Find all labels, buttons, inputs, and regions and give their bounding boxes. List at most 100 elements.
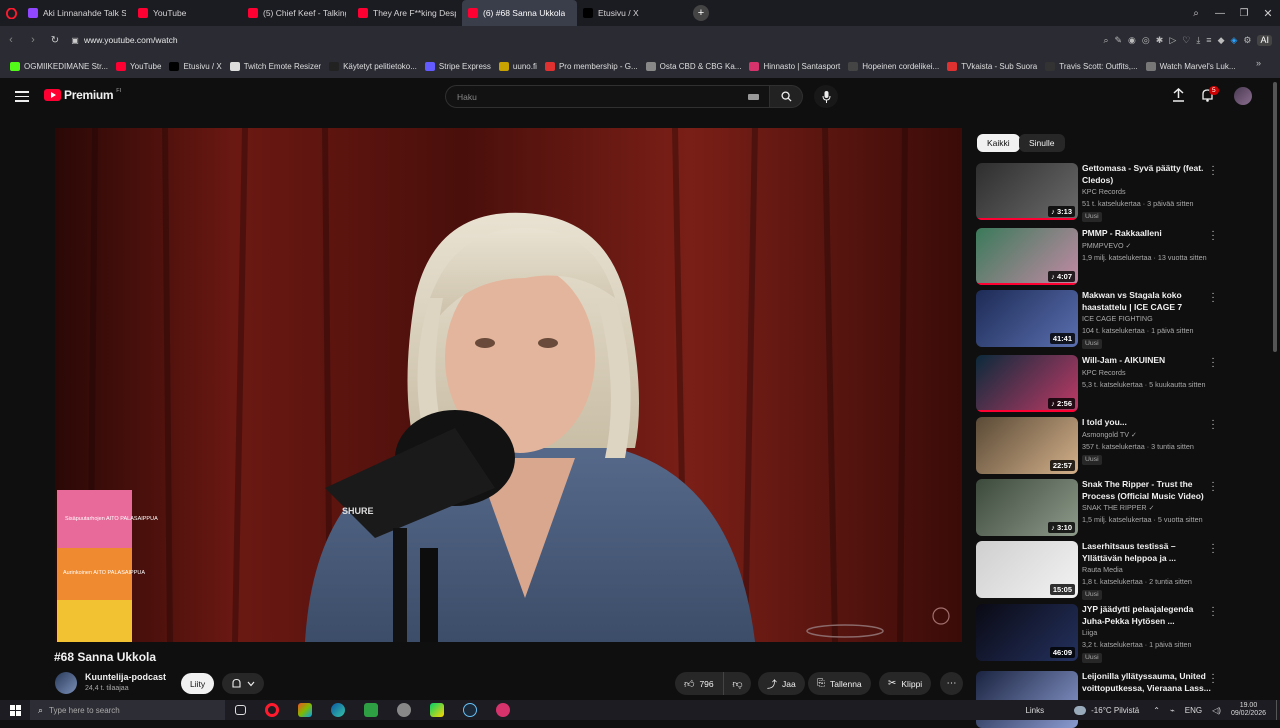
bookmark-item[interactable]: TVkaista - Sub Suora <box>943 61 1041 71</box>
subscribed-dropdown[interactable] <box>222 673 264 694</box>
scrollbar[interactable] <box>1273 82 1277 352</box>
language-indicator[interactable]: ENG <box>1185 706 1202 715</box>
video-thumbnail[interactable]: ♪ 3:13 <box>976 163 1078 220</box>
maximize-icon[interactable]: ❐ <box>1232 8 1256 19</box>
show-desktop-icon[interactable] <box>1276 700 1280 720</box>
opera-logo-icon[interactable] <box>0 0 22 26</box>
save-button[interactable]: ⎘ Tallenna <box>808 672 871 695</box>
play-taskbar-icon[interactable] <box>430 703 444 717</box>
heart-icon[interactable]: ♡ <box>1182 35 1190 46</box>
recommended-video[interactable]: 41:41 Makwan vs Stagala koko haastattelu … <box>976 289 1236 349</box>
steam-taskbar-icon[interactable] <box>463 703 477 717</box>
recommended-video[interactable]: 46:09 JYP jäädytti pelaajalegenda Juha-Pe… <box>976 603 1236 663</box>
recommended-video[interactable]: Leijonilla yllätyssauma, United voittopu… <box>976 670 1236 728</box>
video-thumbnail[interactable]: 15:05 <box>976 541 1078 598</box>
clip-button[interactable]: ✂ Klippi <box>879 672 932 695</box>
windows-start-icon[interactable] <box>0 704 30 716</box>
browser-tab[interactable]: Aki Linnanahde Talk Show <box>22 0 132 26</box>
shield-taskbar-icon[interactable] <box>397 703 411 717</box>
bookmark-item[interactable]: Etusivu / X <box>165 61 225 71</box>
video-thumbnail[interactable]: 46:09 <box>976 604 1078 661</box>
more-actions-button[interactable]: ⋯ <box>940 672 963 695</box>
extension-icon[interactable]: ✱ <box>1156 35 1164 46</box>
download-icon[interactable]: ⤓ <box>1196 35 1200 46</box>
video-thumbnail[interactable]: ♪ 3:10 <box>976 479 1078 536</box>
more-options-icon[interactable]: · · · <box>1210 603 1216 621</box>
video-thumbnail[interactable]: ♪ 2:56 <box>976 355 1078 412</box>
clock[interactable]: 19.00 09/02/2026 <box>1231 702 1266 718</box>
channel-avatar[interactable] <box>55 672 77 694</box>
profile-lock-icon[interactable]: ◆ <box>1218 35 1225 46</box>
recommended-video[interactable]: ♪ 3:13 Gettomasa - Syvä päätty (feat. Cle… <box>976 162 1236 222</box>
bookmark-item[interactable]: Pro membership - G... <box>541 61 642 71</box>
browser-tab[interactable]: They Are F**king Despera <box>352 0 462 26</box>
dislike-button[interactable]: 👎︎ <box>723 672 751 695</box>
forward-icon[interactable]: › <box>22 34 44 46</box>
ext-blue-icon[interactable]: ◈ <box>1230 35 1237 46</box>
bookmark-item[interactable]: uuno.fi <box>495 61 541 71</box>
more-options-icon[interactable]: · · · <box>1210 227 1216 245</box>
task-view-icon[interactable] <box>235 705 246 715</box>
recommended-title[interactable]: PMMP - Rakkaalleni <box>1082 228 1212 240</box>
more-options-icon[interactable]: · · · <box>1210 670 1216 688</box>
recommended-channel[interactable]: KPC Records <box>1082 187 1126 196</box>
keyboard-icon[interactable] <box>748 93 759 100</box>
minimize-icon[interactable]: — <box>1208 8 1232 19</box>
more-options-icon[interactable]: · · · <box>1210 416 1216 434</box>
bookmark-item[interactable]: YouTube <box>112 61 165 71</box>
browser-tab[interactable]: (5) Chief Keef - Talking Int <box>242 0 352 26</box>
more-options-icon[interactable]: · · · <box>1210 162 1216 180</box>
bookmark-item[interactable]: OGMIIKEDIMANE Str... <box>6 61 112 71</box>
tray-chevron-icon[interactable]: ⌃ <box>1153 706 1160 715</box>
ai-icon[interactable]: AI <box>1257 34 1272 46</box>
close-window-icon[interactable]: ✕ <box>1256 7 1280 20</box>
recommended-title[interactable]: Laserhitsaus testissä – Yllättävän helpp… <box>1082 541 1212 564</box>
recommended-video[interactable]: 15:05 Laserhitsaus testissä – Yllättävän … <box>976 540 1236 600</box>
account-avatar[interactable] <box>1234 87 1252 105</box>
apps-taskbar-icon[interactable] <box>298 703 312 717</box>
bookmark-item[interactable]: Stripe Express <box>421 61 495 71</box>
taskbar-search-input[interactable]: Type here to search <box>49 706 120 715</box>
discord-taskbar-icon[interactable] <box>496 703 510 717</box>
edge-taskbar-icon[interactable] <box>331 703 345 717</box>
back-icon[interactable]: ‹ <box>0 34 22 46</box>
links-toolbar[interactable]: Links <box>1025 706 1044 715</box>
camera-icon[interactable]: ◉ <box>1128 35 1136 46</box>
more-options-icon[interactable]: · · · <box>1210 478 1216 496</box>
bookmark-item[interactable]: Osta CBD & CBG Ka... <box>642 61 746 71</box>
recommended-title[interactable]: Snak The Ripper - Trust the Process (Off… <box>1082 479 1212 502</box>
recommended-video[interactable]: 22:57 I told you... Asmongold TV ✓ 357 t. k… <box>976 416 1236 475</box>
channel-name[interactable]: Kuuntelija-podcast <box>85 672 166 682</box>
recommended-title[interactable]: I told you... <box>1082 417 1212 429</box>
recommended-channel[interactable]: Asmongold TV <box>1082 430 1129 439</box>
browser-tab[interactable]: YouTube <box>132 0 242 26</box>
play-icon[interactable]: ▷ <box>1169 35 1176 46</box>
recommended-channel[interactable]: SNAK THE RIPPER <box>1082 503 1147 512</box>
menu-list-icon[interactable]: ≡ <box>1206 35 1211 46</box>
recommended-channel[interactable]: ICE CAGE FIGHTING <box>1082 314 1153 323</box>
chip-all[interactable]: Kaikki <box>977 134 1020 152</box>
volume-icon[interactable]: ◁) <box>1212 706 1221 715</box>
recommended-title[interactable]: Will-Jam - AIKUINEN <box>1082 355 1212 367</box>
edit-icon[interactable]: ✎ <box>1115 35 1123 46</box>
video-player[interactable]: SHURE Sisäpuutarhojen AITO PALASAIPPUA A… <box>55 128 962 642</box>
recommended-channel[interactable]: Liiga <box>1082 628 1097 637</box>
search-input[interactable]: Haku <box>457 92 748 102</box>
recommended-title[interactable]: JYP jäädytti pelaajalegenda Juha-Pekka H… <box>1082 604 1212 627</box>
recommended-channel[interactable]: Rauta Media <box>1082 565 1123 574</box>
more-options-icon[interactable]: · · · <box>1210 540 1216 558</box>
bookmarks-more-icon[interactable]: » <box>1256 58 1261 68</box>
youtube-premium-logo[interactable]: Premium FI <box>44 88 121 102</box>
weather-text[interactable]: -16°C Pilvistä <box>1091 706 1139 715</box>
new-tab-icon[interactable]: + <box>693 5 709 21</box>
recommended-title[interactable]: Gettomasa - Syvä päätty (feat. Cledos) <box>1082 163 1212 186</box>
settings-icon[interactable]: ⚙ <box>1243 35 1251 46</box>
chip-for-you[interactable]: Sinulle <box>1019 134 1065 152</box>
recommended-title[interactable]: Leijonilla yllätyssauma, United voittopu… <box>1082 671 1212 694</box>
reload-icon[interactable]: ↻ <box>44 35 66 46</box>
search-tabs-icon[interactable]: ⌕ <box>1184 8 1208 19</box>
bookmark-item[interactable]: Watch Marvel's Luk... <box>1142 61 1240 71</box>
recommended-video[interactable]: ♪ 2:56 Will-Jam - AIKUINEN KPC Records 5,3 … <box>976 354 1236 413</box>
bookmark-item[interactable]: Hinnasto | Santasport <box>745 61 844 71</box>
upload-icon[interactable] <box>1172 87 1185 107</box>
